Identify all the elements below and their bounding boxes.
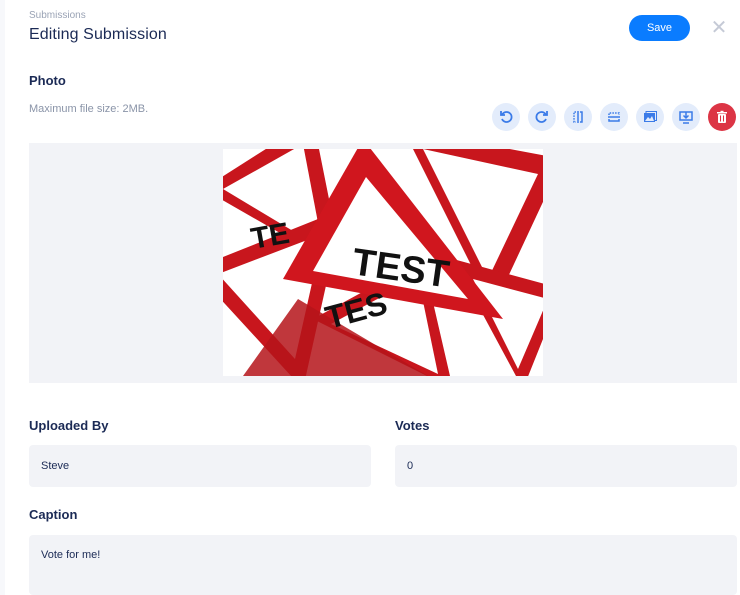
photo-dropzone[interactable]: TE TES TEST xyxy=(29,143,737,383)
rotate-left-button[interactable] xyxy=(492,103,520,131)
submission-photo: TE TES TEST xyxy=(223,149,543,376)
replace-image-button[interactable] xyxy=(636,103,664,131)
page-title: Editing Submission xyxy=(29,26,167,43)
votes-label: Votes xyxy=(395,418,430,433)
delete-button[interactable] xyxy=(708,103,736,131)
uploaded-by-label: Uploaded By xyxy=(29,418,109,433)
image-icon xyxy=(644,111,657,122)
rotate-right-button[interactable] xyxy=(528,103,556,131)
flip-horizontal-button[interactable] xyxy=(564,103,592,131)
rotate-right-icon xyxy=(535,111,548,123)
flip-vertical-button[interactable] xyxy=(600,103,628,131)
caption-label: Caption xyxy=(29,507,78,522)
flip-horizontal-icon xyxy=(573,111,583,123)
rotate-left-icon xyxy=(500,111,513,123)
uploaded-by-field[interactable]: Steve xyxy=(29,445,371,487)
close-icon: ✕ xyxy=(710,16,728,39)
download-button[interactable] xyxy=(672,103,700,131)
svg-text:TE: TE xyxy=(248,217,291,256)
flip-vertical-icon xyxy=(608,112,620,122)
file-size-hint: Maximum file size: 2MB. xyxy=(29,103,149,115)
sidebar-edge xyxy=(0,0,5,595)
breadcrumb[interactable]: Submissions xyxy=(29,10,86,21)
close-button[interactable]: ✕ xyxy=(708,16,730,39)
photo-label: Photo xyxy=(29,73,66,88)
download-icon xyxy=(679,111,693,124)
warning-signs-image: TE TES TEST xyxy=(223,149,543,376)
trash-icon xyxy=(717,110,727,123)
save-button[interactable]: Save xyxy=(629,15,690,41)
caption-textarea[interactable]: Vote for me! xyxy=(29,535,737,595)
image-toolbar xyxy=(492,103,736,131)
votes-field[interactable]: 0 xyxy=(395,445,737,487)
